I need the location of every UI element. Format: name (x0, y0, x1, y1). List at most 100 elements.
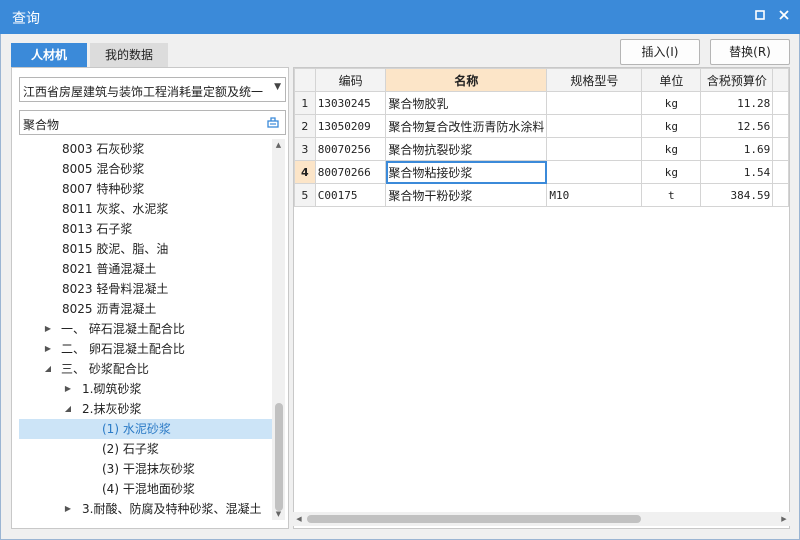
table-row[interactable]: 5 C00175 聚合物干粉砂浆 M10 t 384.59 (294, 183, 789, 207)
cell-code[interactable]: 13050209 (314, 114, 387, 138)
column-header-name[interactable]: 名称 (385, 68, 548, 92)
tree-item-label: 二、 卵石混凝土配合比 (61, 342, 185, 356)
cell-filler (772, 91, 789, 115)
cell-spec[interactable] (546, 114, 643, 138)
category-tree: 8003 石灰砂浆 8005 混合砂浆 8007 特种砂浆 8011 灰浆、水泥浆 80… (19, 139, 272, 520)
replace-button[interactable]: 替换(R) (710, 39, 790, 65)
cell-name[interactable]: 聚合物干粉砂浆 (385, 183, 548, 207)
cell-spec[interactable] (546, 160, 643, 184)
grid-horizontal-scrollbar[interactable]: ◀ ▶ (293, 512, 790, 526)
tree-item[interactable]: ▶ 1.砌筑砂浆 (19, 379, 272, 399)
material-table: 编码 名称 规格型号 单位 含税预算价 1 13030245 聚合物胶乳 kg … (294, 68, 789, 207)
tree-item[interactable]: (3) 干混抹灰砂浆 (19, 459, 272, 479)
tree-item[interactable]: 8013 石子浆 (19, 219, 272, 239)
cell-filler (772, 160, 789, 184)
maximize-icon[interactable] (752, 9, 768, 25)
cell-price[interactable]: 12.56 (700, 114, 774, 138)
tree-scrollbar[interactable]: ▲ ▼ (272, 139, 285, 520)
search-value: 聚合物 (23, 118, 60, 132)
column-header-spec[interactable]: 规格型号 (546, 68, 643, 92)
tree-item[interactable]: 8011 灰浆、水泥浆 (19, 199, 272, 219)
cell-code[interactable]: 13030245 (314, 91, 387, 115)
tree-item[interactable]: 8007 特种砂浆 (19, 179, 272, 199)
tab-my-data[interactable]: 我的数据 (90, 43, 168, 68)
expand-arrow-icon[interactable]: ▶ (63, 379, 73, 399)
cell-unit[interactable]: kg (641, 137, 702, 161)
chevron-down-icon[interactable]: ▼ (274, 82, 281, 92)
tree-item[interactable]: (4) 干混地面砂浆 (19, 479, 272, 499)
tree-item-label: (1) 水泥砂浆 (102, 422, 171, 436)
cell-name-focused[interactable]: 聚合物粘接砂浆 (385, 160, 548, 184)
cell-price[interactable]: 1.69 (700, 137, 774, 161)
column-header-code[interactable]: 编码 (314, 68, 387, 92)
tree-item[interactable]: 8025 沥青混凝土 (19, 299, 272, 319)
close-icon[interactable] (776, 9, 792, 25)
cell-code[interactable]: 80070266 (314, 160, 387, 184)
scroll-right-icon[interactable]: ▶ (778, 512, 790, 526)
tree-item-label: 1.砌筑砂浆 (82, 382, 142, 396)
cell-name[interactable]: 聚合物抗裂砂浆 (385, 137, 548, 161)
cell-name[interactable]: 聚合物胶乳 (385, 91, 548, 115)
cell-price[interactable]: 11.28 (700, 91, 774, 115)
tree-item-label: 8005 混合砂浆 (62, 162, 145, 176)
cell-unit[interactable]: kg (641, 160, 702, 184)
tree-item-label: 三、 砂浆配合比 (61, 362, 149, 376)
search-input[interactable]: 聚合物 (19, 110, 286, 135)
scroll-left-icon[interactable]: ◀ (293, 512, 305, 526)
row-number: 3 (294, 137, 316, 161)
tree-item[interactable]: ◢ 三、 砂浆配合比 (19, 359, 272, 379)
tree-item[interactable]: 8005 混合砂浆 (19, 159, 272, 179)
scroll-up-icon[interactable]: ▲ (272, 139, 285, 151)
tree-item[interactable]: ▶ 一、 碎石混凝土配合比 (19, 319, 272, 339)
expand-arrow-icon[interactable]: ▶ (43, 339, 53, 359)
cell-filler (772, 114, 789, 138)
clear-search-icon[interactable] (266, 115, 280, 129)
tree-item[interactable]: 8003 石灰砂浆 (19, 139, 272, 159)
cell-spec[interactable] (546, 91, 643, 115)
cell-code[interactable]: 80070256 (314, 137, 387, 161)
collapse-arrow-icon[interactable]: ◢ (63, 399, 73, 419)
cell-spec[interactable] (546, 137, 643, 161)
tree-item-label: 一、 碎石混凝土配合比 (61, 322, 185, 336)
tree-item-label: 8023 轻骨料混凝土 (62, 282, 169, 296)
table-row[interactable]: 2 13050209 聚合物复合改性沥青防水涂料 kg 12.56 (294, 114, 789, 138)
cell-unit[interactable]: t (641, 183, 702, 207)
table-row[interactable]: 1 13030245 聚合物胶乳 kg 11.28 (294, 91, 789, 115)
window-title: 查询 (12, 11, 40, 27)
cell-price[interactable]: 384.59 (700, 183, 774, 207)
row-number: 5 (294, 183, 316, 207)
tree-item[interactable]: (2) 石子浆 (19, 439, 272, 459)
tree-item[interactable]: ▶ 二、 卵石混凝土配合比 (19, 339, 272, 359)
tree-item-selected[interactable]: (1) 水泥砂浆 (19, 419, 272, 439)
insert-button[interactable]: 插入(I) (620, 39, 700, 65)
collapse-arrow-icon[interactable]: ◢ (43, 359, 53, 379)
cell-name[interactable]: 聚合物复合改性沥青防水涂料 (385, 114, 548, 138)
cell-unit[interactable]: kg (641, 114, 702, 138)
tree-item-label: 8003 石灰砂浆 (62, 142, 145, 156)
column-header-unit[interactable]: 单位 (641, 68, 702, 92)
table-row[interactable]: 3 80070256 聚合物抗裂砂浆 kg 1.69 (294, 137, 789, 161)
tree-item[interactable]: 8021 普通混凝土 (19, 259, 272, 279)
scroll-thumb[interactable] (307, 515, 641, 523)
cell-price[interactable]: 1.54 (700, 160, 774, 184)
quota-library-select[interactable]: 江西省房屋建筑与装饰工程消耗量定额及统一基价表 ▼ (19, 77, 286, 102)
expand-arrow-icon[interactable]: ▶ (43, 319, 53, 339)
scroll-down-icon[interactable]: ▼ (272, 508, 285, 520)
tree-item[interactable]: 8015 胶泥、脂、油 (19, 239, 272, 259)
expand-arrow-icon[interactable]: ▶ (63, 499, 73, 519)
tree-item-label: 8015 胶泥、脂、油 (62, 242, 169, 256)
cell-spec[interactable]: M10 (546, 183, 643, 207)
column-header-price[interactable]: 含税预算价 (700, 68, 774, 92)
row-number: 1 (294, 91, 316, 115)
cell-unit[interactable]: kg (641, 91, 702, 115)
table-row-current[interactable]: 4 80070266 聚合物粘接砂浆 kg 1.54 (294, 160, 789, 184)
tree-item[interactable]: ◢ 2.抹灰砂浆 (19, 399, 272, 419)
cell-code[interactable]: C00175 (314, 183, 387, 207)
tab-materials[interactable]: 人材机 (11, 43, 87, 68)
cell-filler (772, 183, 789, 207)
tree-item[interactable]: 8023 轻骨料混凝土 (19, 279, 272, 299)
scroll-thumb[interactable] (275, 403, 283, 511)
quota-library-value: 江西省房屋建筑与装饰工程消耗量定额及统一基价表 (23, 85, 263, 99)
tree-item[interactable]: ▶ 3.耐酸、防腐及特种砂浆、混凝土 (19, 499, 272, 519)
tree-item-label: 8013 石子浆 (62, 222, 133, 236)
